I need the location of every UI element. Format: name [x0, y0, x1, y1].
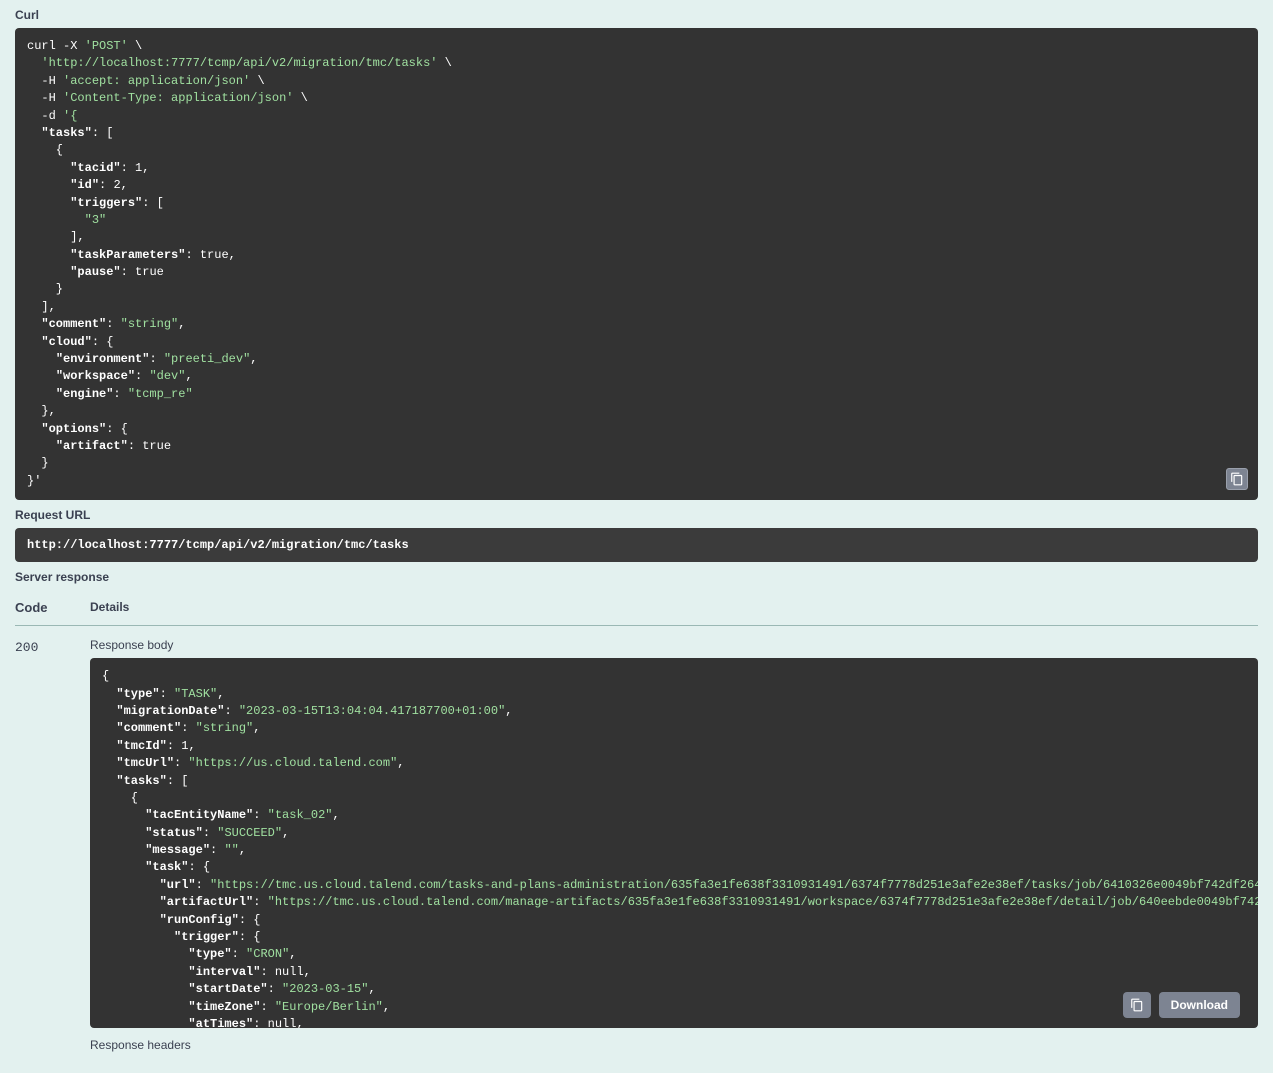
response-headers-label: Response headers — [90, 1038, 1258, 1052]
copy-curl-button[interactable] — [1226, 468, 1248, 490]
download-button[interactable]: Download — [1159, 992, 1240, 1018]
response-table-header: Code Details — [15, 590, 1258, 626]
copy-response-button[interactable] — [1123, 992, 1151, 1018]
server-response-label: Server response — [15, 570, 1258, 584]
response-code: 200 — [15, 638, 90, 655]
clipboard-icon — [1130, 998, 1144, 1012]
curl-code-block: curl -X 'POST' \ 'http://localhost:7777/… — [15, 28, 1258, 500]
response-body-label: Response body — [90, 638, 1258, 652]
code-header: Code — [15, 600, 90, 615]
curl-label: Curl — [15, 8, 1258, 22]
clipboard-icon — [1230, 472, 1244, 486]
response-body-block[interactable]: { "type": "TASK", "migrationDate": "2023… — [90, 658, 1258, 1028]
request-url-label: Request URL — [15, 508, 1258, 522]
request-url-box: http://localhost:7777/tcmp/api/v2/migrat… — [15, 528, 1258, 562]
details-header: Details — [90, 600, 129, 615]
